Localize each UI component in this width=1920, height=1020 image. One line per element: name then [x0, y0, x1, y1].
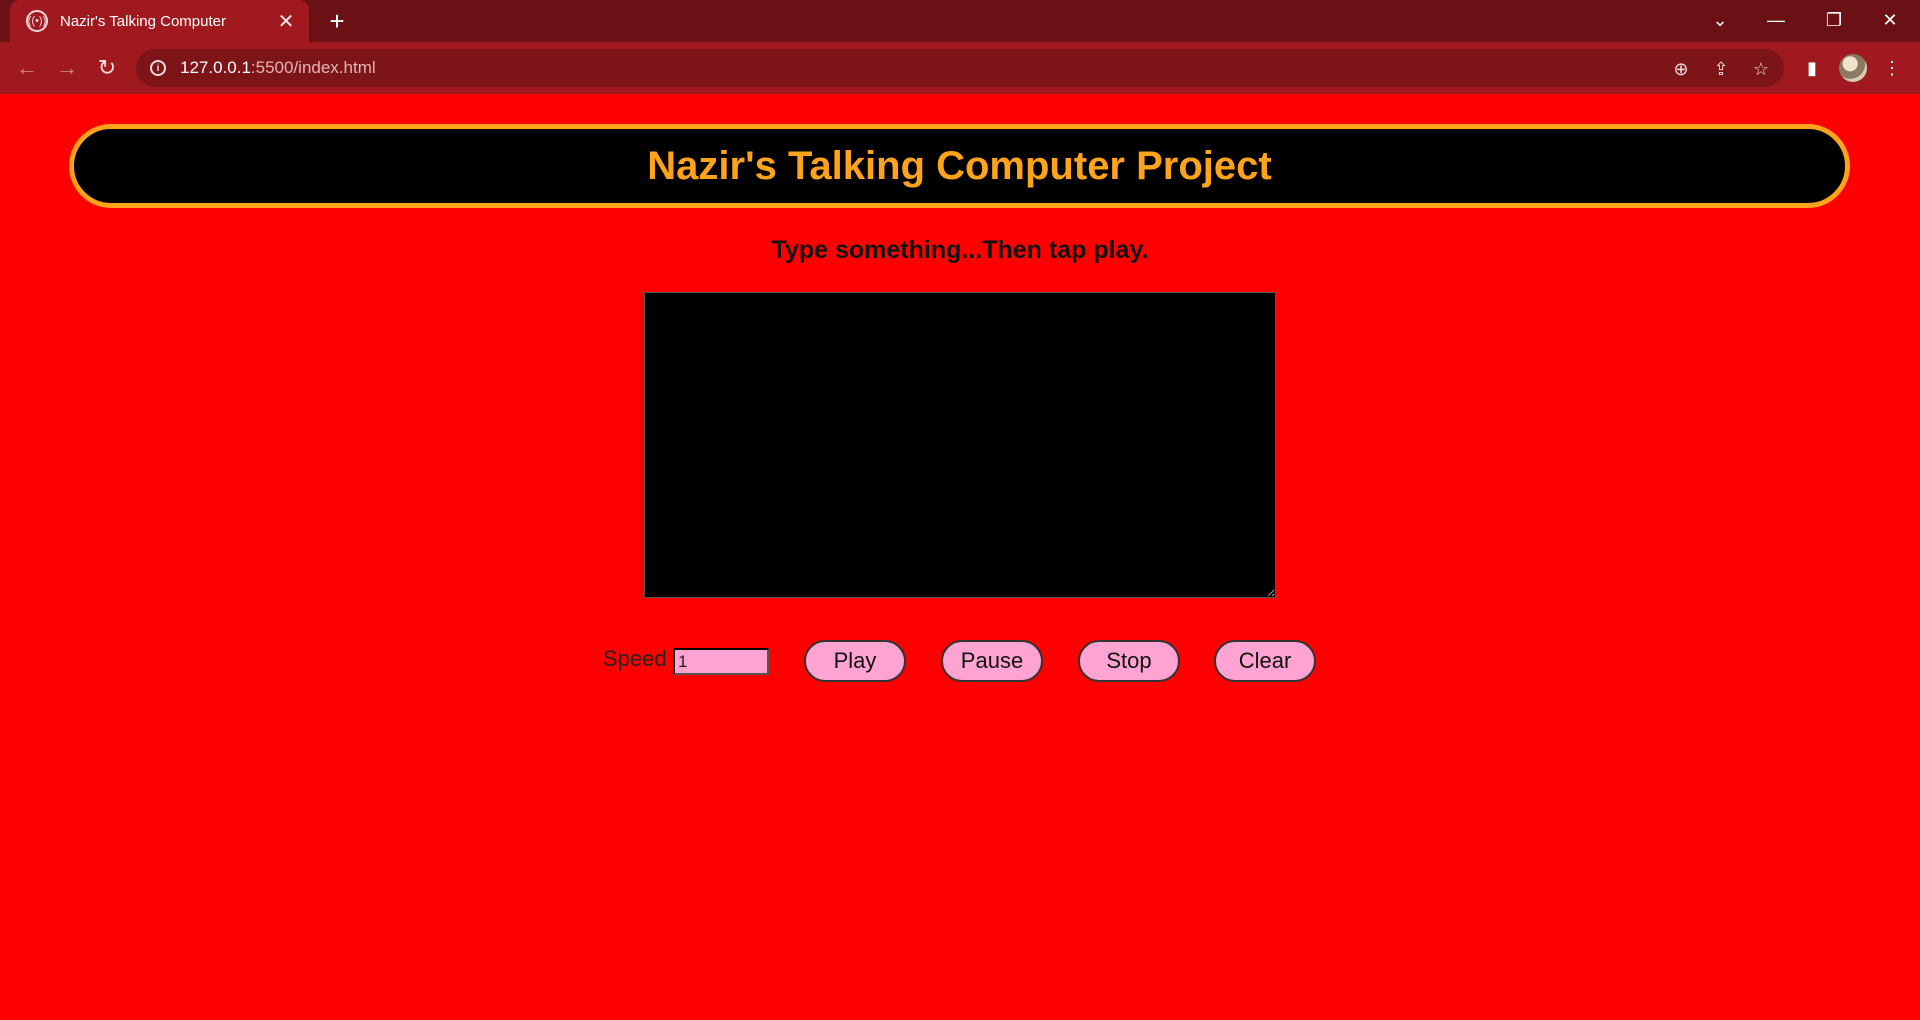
back-arrow-icon[interactable]: ←	[9, 50, 45, 86]
clear-button[interactable]: Clear	[1214, 640, 1316, 682]
minimize-icon[interactable]: —	[1748, 0, 1804, 40]
page-title: Nazir's Talking Computer Project	[647, 143, 1272, 188]
play-button[interactable]: Play	[804, 640, 906, 682]
url-host: 127.0.0.1	[180, 58, 251, 77]
new-tab-button[interactable]: +	[322, 6, 352, 36]
zoom-icon[interactable]: ⊕	[1668, 56, 1694, 82]
tab-search-icon[interactable]: ⌄	[1692, 0, 1748, 40]
reload-icon[interactable]: ↻	[89, 50, 125, 86]
profile-avatar[interactable]	[1839, 54, 1867, 82]
bookmark-star-icon[interactable]: ☆	[1748, 56, 1774, 82]
address-bar[interactable]: i 127.0.0.1:5500/index.html ⊕ ⇪ ☆	[136, 49, 1784, 87]
speed-label: Speed	[603, 646, 667, 671]
browser-tab-strip: ((•)) Nazir's Talking Computer ✕ + ⌄ — ❐…	[0, 0, 1920, 42]
header-banner: Nazir's Talking Computer Project	[69, 124, 1850, 208]
stop-button[interactable]: Stop	[1078, 640, 1180, 682]
browser-toolbar: ← → ↻ i 127.0.0.1:5500/index.html ⊕ ⇪ ☆ …	[0, 42, 1920, 94]
close-tab-icon[interactable]: ✕	[275, 9, 297, 34]
restore-icon[interactable]: ❐	[1806, 0, 1862, 40]
forward-arrow-icon[interactable]: →	[49, 50, 85, 86]
menu-kebab-icon[interactable]: ⋮	[1878, 54, 1906, 82]
speed-input[interactable]	[673, 648, 769, 675]
speech-textarea[interactable]	[644, 292, 1276, 598]
share-icon[interactable]: ⇪	[1708, 56, 1734, 82]
close-window-icon[interactable]: ✕	[1862, 0, 1918, 40]
pause-button[interactable]: Pause	[941, 640, 1043, 682]
controls-row: Speed Play Pause Stop Clear	[0, 638, 1920, 682]
tab-title: Nazir's Talking Computer	[60, 12, 226, 30]
instruction-text: Type something...Then tap play.	[771, 236, 1149, 264]
broadcast-favicon-icon: ((•))	[26, 10, 48, 32]
page-body: Nazir's Talking Computer Project Type so…	[0, 94, 1920, 1020]
url-path: :5500/index.html	[250, 58, 376, 77]
side-panel-icon[interactable]: ▮	[1798, 54, 1826, 82]
site-info-icon[interactable]: i	[150, 60, 166, 76]
browser-tab[interactable]: ((•)) Nazir's Talking Computer ✕	[10, 0, 309, 42]
